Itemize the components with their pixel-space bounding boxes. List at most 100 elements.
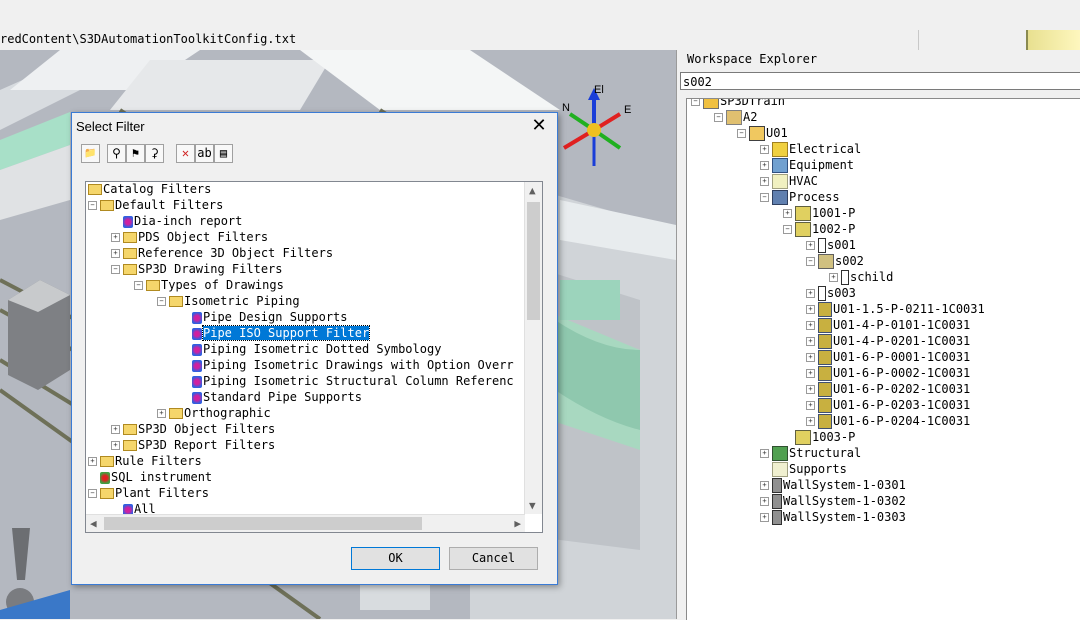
dialog-tree-item[interactable]: − Types of Drawings <box>134 277 284 293</box>
close-button[interactable]: ✕ <box>529 115 549 136</box>
vertical-scroll-thumb[interactable] <box>527 202 540 320</box>
expand-icon[interactable]: + <box>806 241 815 250</box>
dialog-tree-item[interactable]: SQL instrument <box>100 469 212 485</box>
workspace-tree-item[interactable]: + WallSystem-1-0302 <box>760 493 906 509</box>
workspace-tree-item[interactable]: + U01-4-P-0101-1C0031 <box>806 317 970 333</box>
expand-icon[interactable]: + <box>806 305 815 314</box>
dialog-tree-item[interactable]: Piping Isometric Dotted Symbology <box>192 341 441 357</box>
delete-icon[interactable]: ✕ <box>176 144 195 163</box>
expand-icon[interactable]: + <box>806 321 815 330</box>
dialog-tree-item[interactable]: − SP3D Drawing Filters <box>111 261 283 277</box>
dialog-tree-item[interactable]: + SP3D Object Filters <box>111 421 275 437</box>
new-filter-icon[interactable]: ⚲ <box>107 144 126 163</box>
workspace-tree-item[interactable]: + Structural <box>760 445 861 461</box>
dialog-tree-item[interactable]: − Default Filters <box>88 197 223 213</box>
expand-icon[interactable]: + <box>783 209 792 218</box>
scroll-down-icon[interactable]: ▼ <box>529 499 536 512</box>
expand-icon[interactable]: + <box>111 441 120 450</box>
scroll-right-icon[interactable]: ▶ <box>514 517 521 530</box>
workspace-tree-item[interactable]: + s001 <box>806 237 856 253</box>
filter-tree[interactable]: Catalog Filters − Default Filters Dia-inch … <box>85 181 543 533</box>
workspace-tree-item[interactable]: + U01-1.5-P-0211-1C0031 <box>806 301 985 317</box>
expand-icon[interactable]: + <box>806 401 815 410</box>
expand-icon[interactable]: + <box>111 233 120 242</box>
dialog-tree-item[interactable]: Piping Isometric Drawings with Option Ov… <box>192 357 514 373</box>
dialog-tree-item[interactable]: Pipe Design Supports <box>192 309 348 325</box>
workspace-tree-item[interactable]: + HVAC <box>760 173 818 189</box>
workspace-tree-item[interactable]: − U01 <box>737 125 788 141</box>
workspace-tree[interactable]: − SP3DTrain − A2 − U01 + Electrical + Equipment + H… <box>686 98 1080 620</box>
scroll-left-icon[interactable]: ◀ <box>90 517 97 530</box>
expand-icon[interactable]: + <box>806 337 815 346</box>
cancel-button[interactable]: Cancel <box>449 547 538 570</box>
collapse-icon[interactable]: − <box>760 193 769 202</box>
expand-icon[interactable]: + <box>760 513 769 522</box>
new-folder-icon[interactable]: 📁 <box>81 144 100 163</box>
expand-icon[interactable]: + <box>806 417 815 426</box>
dialog-tree-item[interactable]: Dia-inch report <box>123 213 242 229</box>
collapse-icon[interactable]: − <box>691 99 700 106</box>
dialog-tree-item[interactable]: + Rule Filters <box>88 453 202 469</box>
expand-icon[interactable]: + <box>806 369 815 378</box>
expand-icon[interactable]: + <box>806 289 815 298</box>
expand-icon[interactable]: + <box>111 425 120 434</box>
rename-icon[interactable]: ab <box>195 144 214 163</box>
collapse-icon[interactable]: − <box>157 297 166 306</box>
collapse-icon[interactable]: − <box>737 129 746 138</box>
expand-icon[interactable]: + <box>806 353 815 362</box>
dialog-tree-item[interactable]: Standard Pipe Supports <box>192 389 362 405</box>
workspace-tree-item[interactable]: + WallSystem-1-0303 <box>760 509 906 525</box>
expand-icon[interactable]: + <box>760 481 769 490</box>
scroll-up-icon[interactable]: ▲ <box>529 184 536 197</box>
workspace-tree-item[interactable]: + U01-6-P-0002-1C0031 <box>806 365 970 381</box>
workspace-tree-item[interactable]: + schild <box>829 269 893 285</box>
workspace-tree-item[interactable]: − 1002-P <box>783 221 855 237</box>
properties-icon[interactable]: ▤ <box>214 144 233 163</box>
workspace-tree-item[interactable]: + WallSystem-1-0301 <box>760 477 906 493</box>
expand-icon[interactable]: + <box>760 161 769 170</box>
navigation-compass[interactable]: N El E <box>556 84 636 168</box>
collapse-icon[interactable]: − <box>806 257 815 266</box>
workspace-tree-item[interactable]: + Equipment <box>760 157 854 173</box>
dialog-tree-item[interactable]: + Orthographic <box>157 405 271 421</box>
collapse-icon[interactable]: − <box>111 265 120 274</box>
new-asking-filter-icon[interactable]: ⚑ <box>126 144 145 163</box>
dialog-tree-item[interactable]: Pipe ISO Support Filter <box>192 325 371 341</box>
workspace-tree-item[interactable]: + s003 <box>806 285 856 301</box>
workspace-tree-item[interactable]: + U01-4-P-0201-1C0031 <box>806 333 970 349</box>
workspace-tree-item[interactable]: − A2 <box>714 109 757 125</box>
workspace-tree-item[interactable]: + U01-6-P-0001-1C0031 <box>806 349 970 365</box>
new-sql-filter-icon[interactable]: ⚳ <box>145 144 164 163</box>
workspace-tree-item[interactable]: − Process <box>760 189 840 205</box>
dialog-tree-item[interactable]: − Plant Filters <box>88 485 209 501</box>
expand-icon[interactable]: + <box>806 385 815 394</box>
workspace-tree-item[interactable]: − s002 <box>806 253 864 269</box>
workspace-tree-item[interactable]: + Electrical <box>760 141 861 157</box>
horizontal-scrollbar[interactable]: ◀ ▶ <box>86 514 525 532</box>
horizontal-scroll-thumb[interactable] <box>104 517 422 530</box>
collapse-icon[interactable]: − <box>88 489 97 498</box>
dialog-tree-item[interactable]: Catalog Filters <box>88 182 211 197</box>
dialog-tree-item[interactable]: + Reference 3D Object Filters <box>111 245 333 261</box>
expand-icon[interactable]: + <box>157 409 166 418</box>
ok-button[interactable]: OK <box>351 547 440 570</box>
collapse-icon[interactable]: − <box>88 201 97 210</box>
workspace-tree-item[interactable]: + U01-6-P-0204-1C0031 <box>806 413 970 429</box>
workspace-tree-item[interactable]: Supports <box>772 461 847 477</box>
collapse-icon[interactable]: − <box>714 113 723 122</box>
expand-icon[interactable]: + <box>760 145 769 154</box>
dialog-tree-item[interactable]: Piping Isometric Structural Column Refer… <box>192 373 514 389</box>
dialog-tree-item[interactable]: + SP3D Report Filters <box>111 437 275 453</box>
expand-icon[interactable]: + <box>760 449 769 458</box>
workspace-tree-item[interactable]: − SP3DTrain <box>691 99 785 109</box>
expand-icon[interactable]: + <box>829 273 838 282</box>
expand-icon[interactable]: + <box>88 457 97 466</box>
workspace-tree-item[interactable]: 1003-P <box>795 429 855 445</box>
dialog-tree-item[interactable]: − Isometric Piping <box>157 293 300 309</box>
workspace-tree-item[interactable]: + U01-6-P-0203-1C0031 <box>806 397 970 413</box>
dialog-tree-item[interactable]: + PDS Object Filters <box>111 229 268 245</box>
expand-icon[interactable]: + <box>111 249 120 258</box>
workspace-search-input[interactable]: s002 <box>680 72 1080 90</box>
expand-icon[interactable]: + <box>760 497 769 506</box>
vertical-scrollbar[interactable]: ▲ ▼ <box>524 182 542 514</box>
